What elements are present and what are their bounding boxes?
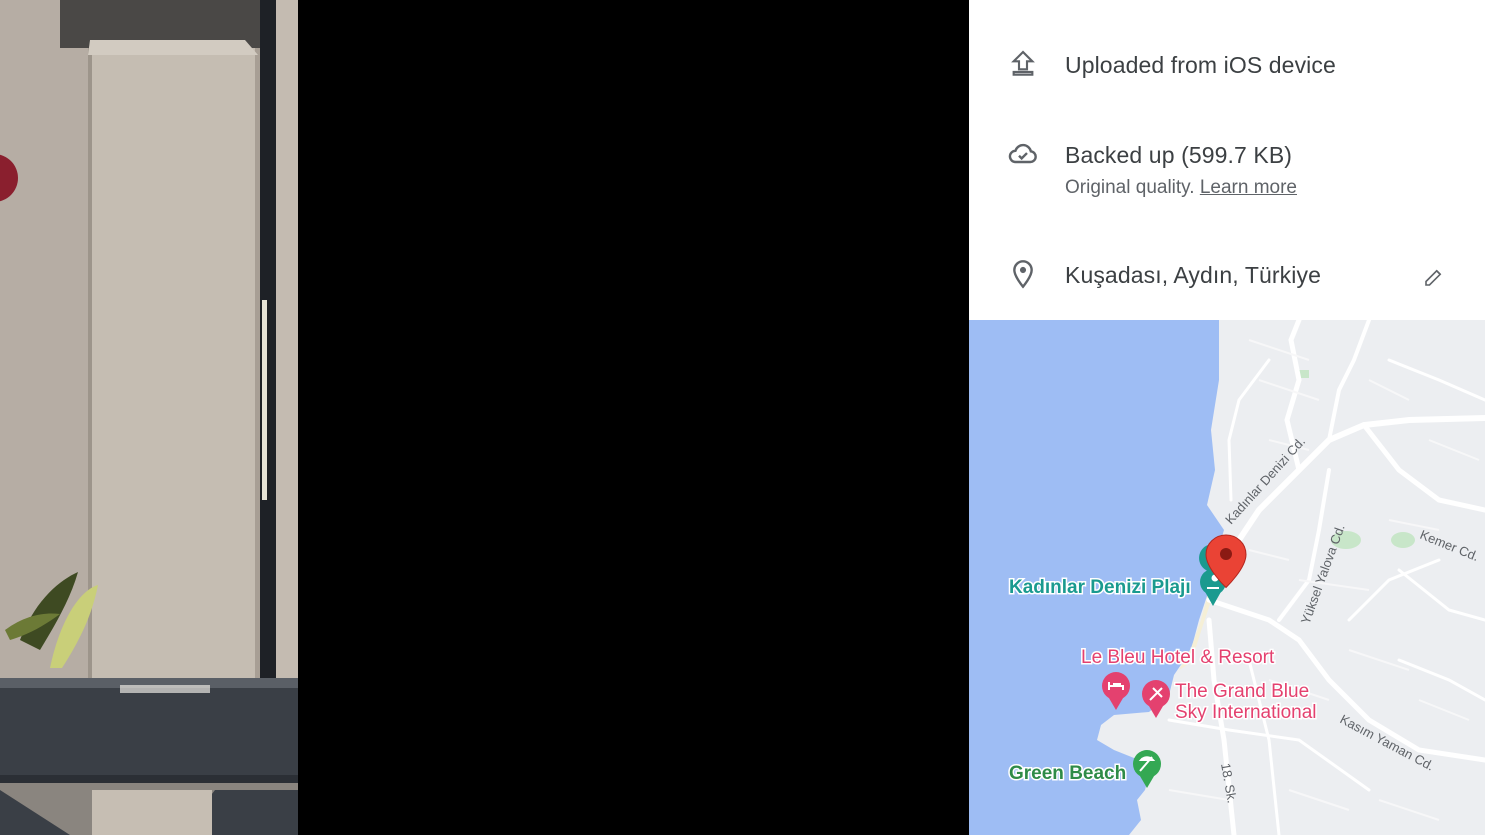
upload-source-text: Uploaded from iOS device bbox=[1065, 52, 1336, 78]
pencil-icon bbox=[1425, 269, 1442, 286]
info-panel: Uploaded from iOS device Backed up (599.… bbox=[969, 0, 1485, 835]
poi-label-beach1: Kadınlar Denizi Plajı bbox=[1009, 577, 1191, 598]
cloud-done-icon bbox=[1007, 138, 1039, 170]
map-canvas: Kadınlar Denizi Cd. Yüksel Yalova Cd. Ke… bbox=[969, 320, 1485, 835]
upload-source-row: Uploaded from iOS device bbox=[969, 44, 1485, 90]
photo bbox=[0, 0, 298, 835]
quality-line: Original quality. Learn more bbox=[1065, 177, 1297, 199]
photo-viewer bbox=[0, 0, 969, 835]
poi-label-hotel1: Le Bleu Hotel & Resort bbox=[1081, 647, 1275, 668]
location-text: Kuşadası, Aydın, Türkiye bbox=[1065, 262, 1321, 288]
upload-icon bbox=[1007, 48, 1039, 80]
location-map[interactable]: Kadınlar Denizi Cd. Yüksel Yalova Cd. Ke… bbox=[969, 320, 1485, 835]
poi-label-beach2: Green Beach bbox=[1009, 763, 1126, 784]
photo-image bbox=[0, 0, 298, 835]
backup-status-text: Backed up (599.7 KB) bbox=[1065, 142, 1293, 168]
quality-text: Original quality. bbox=[1065, 177, 1195, 198]
edit-location-button[interactable] bbox=[1417, 260, 1451, 294]
location-pin-icon bbox=[1007, 258, 1039, 290]
poi-label-hotel2-line1: The Grand Blue bbox=[1175, 681, 1309, 702]
location-row: Kuşadası, Aydın, Türkiye bbox=[969, 254, 1485, 300]
poi-label-hotel2-line2: Sky International bbox=[1175, 702, 1317, 723]
backup-row: Backed up (599.7 KB) Original quality. L… bbox=[969, 134, 1485, 214]
learn-more-link[interactable]: Learn more bbox=[1200, 177, 1297, 198]
